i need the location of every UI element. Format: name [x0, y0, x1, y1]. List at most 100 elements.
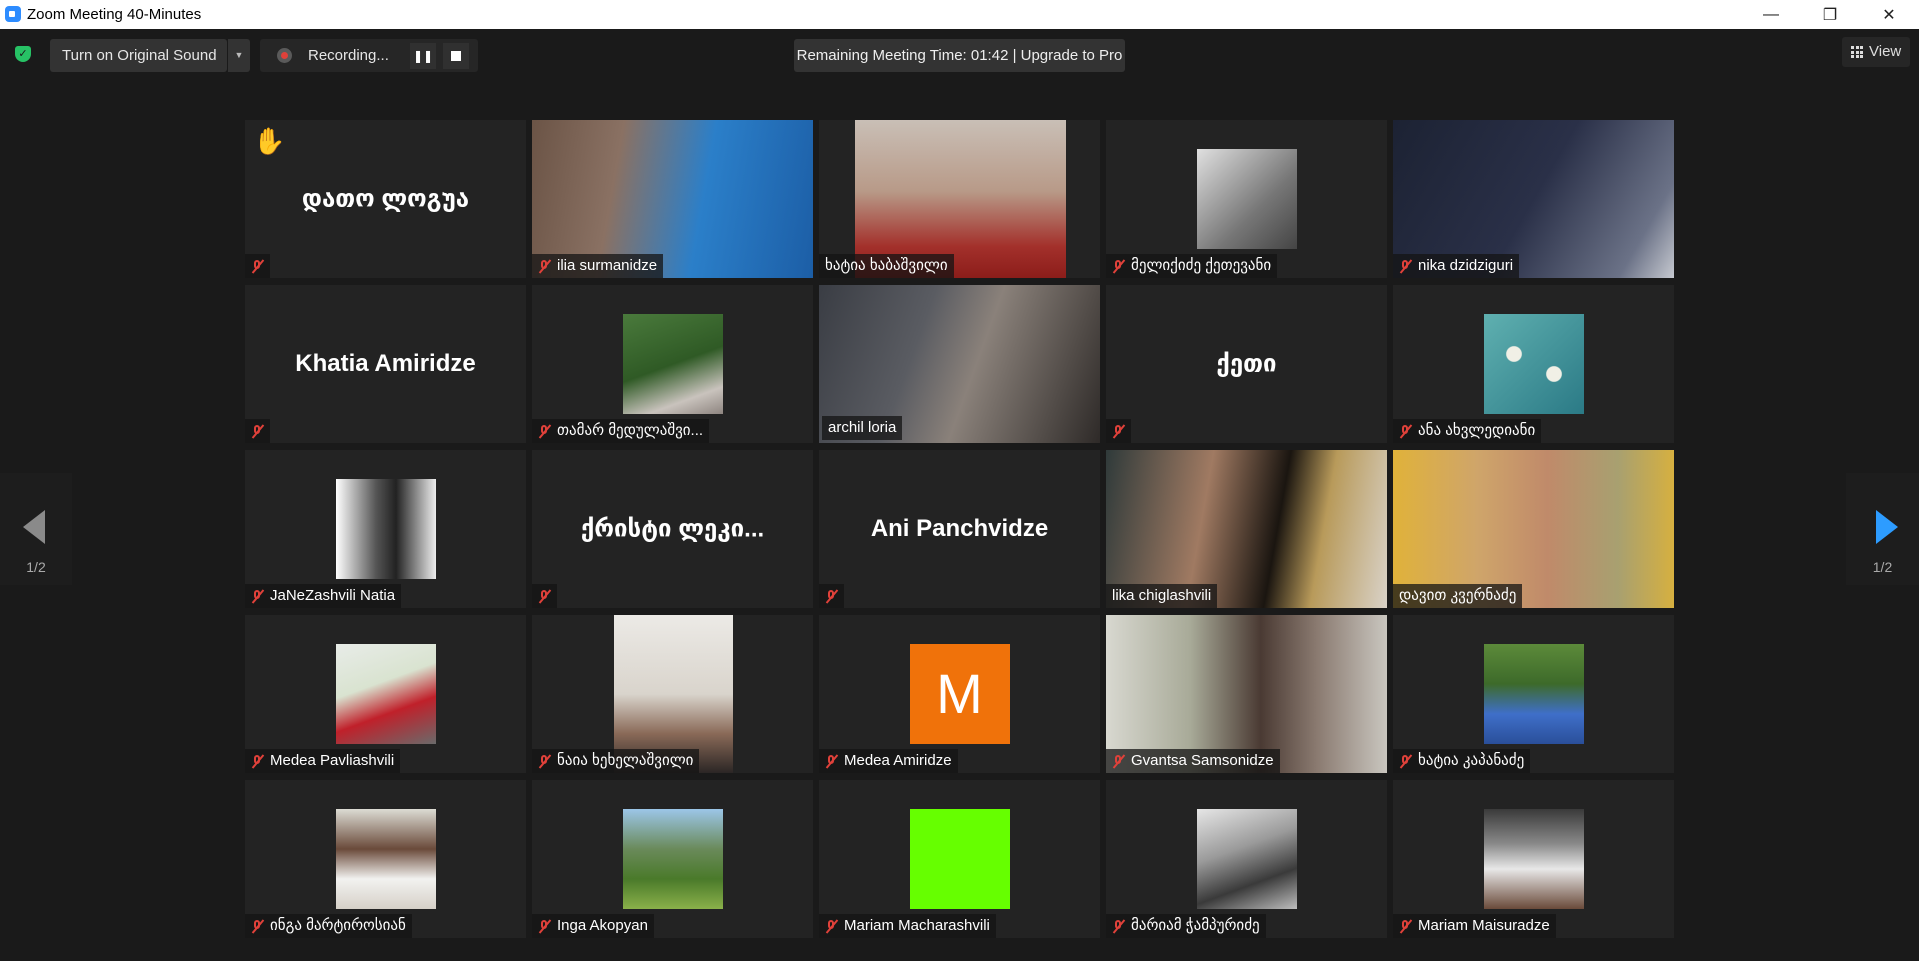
participant-tile[interactable]: Inga Akopyan	[532, 780, 813, 938]
participant-name: Gvantsa Samsonidze	[1131, 752, 1274, 769]
participant-tile[interactable]: Gvantsa Samsonidze	[1106, 615, 1387, 773]
arrow-left-icon	[23, 510, 45, 544]
participant-tile[interactable]: Mariam Maisuradze	[1393, 780, 1674, 938]
participant-display-name: ქეთი	[1216, 350, 1277, 378]
pause-recording-button[interactable]: ❚❚	[410, 43, 436, 69]
participant-name-tag: Medea Amiridze	[819, 749, 958, 773]
muted-mic-icon	[1112, 424, 1125, 439]
participant-name-tag: მარიამ ჭამპურიძე	[1106, 914, 1266, 938]
participant-name-tag: Medea Pavliashvili	[245, 749, 401, 773]
participant-name: nika dzidziguri	[1418, 257, 1514, 274]
participant-tile[interactable]: დავით კვერნაძე	[1393, 450, 1674, 608]
participant-tile[interactable]: ხატია ხაბაშვილი	[819, 120, 1100, 278]
participant-tile[interactable]: M Medea Amiridze	[819, 615, 1100, 773]
muted-mic-icon	[1112, 259, 1125, 274]
muted-mic-icon	[1399, 919, 1412, 934]
chevron-down-icon[interactable]: ▼	[228, 39, 250, 72]
participant-tile[interactable]: ანა ახვლედიანი	[1393, 285, 1674, 443]
participant-tile[interactable]: მელიქიძე ქეთევანი	[1106, 120, 1387, 278]
participant-photo	[335, 479, 436, 579]
security-shield-icon[interactable]: ✓	[15, 46, 31, 62]
participant-photo	[335, 644, 436, 744]
participant-tile[interactable]: ilia surmanidze	[532, 120, 813, 278]
participant-photo	[1483, 809, 1584, 909]
participant-tile[interactable]: ნაია ხეხელაშვილი	[532, 615, 813, 773]
participant-tile[interactable]: ხატია კაპანაძე	[1393, 615, 1674, 773]
participant-name-tag	[245, 254, 270, 278]
muted-mic-icon	[825, 589, 838, 604]
muted-mic-icon	[251, 589, 264, 604]
participant-name-tag: Inga Akopyan	[532, 914, 654, 938]
muted-mic-icon	[825, 919, 838, 934]
participant-tile[interactable]: Medea Pavliashvili	[245, 615, 526, 773]
participant-name: ხატია კაპანაძე	[1418, 752, 1525, 769]
participant-tile[interactable]: ქრისტი ლეკი...	[532, 450, 813, 608]
participant-tile[interactable]: nika dzidziguri	[1393, 120, 1674, 278]
zoom-app-icon	[5, 6, 21, 22]
participant-photo	[1196, 809, 1297, 909]
participant-display-name: Ani Panchvidze	[870, 515, 1049, 542]
participant-name: Mariam Maisuradze	[1418, 917, 1550, 934]
muted-mic-icon	[251, 424, 264, 439]
muted-mic-icon	[538, 589, 551, 604]
next-page-button[interactable]: 1/2	[1846, 473, 1919, 585]
participant-photo	[622, 809, 723, 909]
participant-display-name: Khatia Amiridze	[295, 350, 476, 377]
participant-name-tag: lika chiglashvili	[1106, 584, 1218, 608]
participant-tile[interactable]: თამარ მედულაშვი...	[532, 285, 813, 443]
participant-name: ანა ახვლედიანი	[1418, 422, 1536, 439]
close-button[interactable]: ✕	[1866, 0, 1912, 29]
participant-name: Inga Akopyan	[557, 917, 648, 934]
participant-name: მელიქიძე ქეთევანი	[1131, 257, 1272, 274]
minimize-button[interactable]: —	[1748, 0, 1794, 29]
muted-mic-icon	[251, 919, 264, 934]
participant-name-tag: archil loria	[822, 416, 903, 440]
participant-name-tag: JaNeZashvili Natia	[245, 584, 402, 608]
participant-name-tag	[245, 419, 270, 443]
recording-indicator: Recording... ❚❚	[260, 39, 478, 72]
grid-view-icon	[1851, 46, 1863, 58]
participant-tile[interactable]: JaNeZashvili Natia	[245, 450, 526, 608]
muted-mic-icon	[538, 259, 551, 274]
participant-name: Medea Amiridze	[844, 752, 952, 769]
stop-recording-button[interactable]	[443, 43, 469, 69]
participant-name-tag: თამარ მედულაშვი...	[532, 419, 710, 443]
muted-mic-icon	[1112, 754, 1125, 769]
view-label: View	[1869, 43, 1902, 60]
window-title: Zoom Meeting 40-Minutes	[27, 6, 202, 23]
previous-page-button[interactable]: 1/2	[0, 473, 72, 585]
participant-name-tag: Mariam Macharashvili	[819, 914, 996, 938]
participant-tile[interactable]: lika chiglashvili	[1106, 450, 1387, 608]
remaining-time-banner[interactable]: Remaining Meeting Time: 01:42 | Upgrade …	[794, 39, 1125, 72]
muted-mic-icon	[251, 259, 264, 274]
participant-tile[interactable]: ✋ დათო ლოგუა	[245, 120, 526, 278]
participant-name: მარიამ ჭამპურიძე	[1131, 917, 1260, 934]
muted-mic-icon	[538, 919, 551, 934]
participant-name-tag: Gvantsa Samsonidze	[1106, 749, 1280, 773]
participant-name: archil loria	[828, 419, 897, 436]
view-button[interactable]: View	[1842, 37, 1910, 67]
participant-tile[interactable]: Mariam Macharashvili	[819, 780, 1100, 938]
restore-button[interactable]: ❐	[1807, 0, 1853, 29]
original-sound-button[interactable]: Turn on Original Sound	[50, 39, 227, 72]
muted-mic-icon	[1399, 754, 1412, 769]
participant-display-name: ქრისტი ლეკი...	[580, 515, 765, 543]
participant-tile[interactable]: მარიამ ჭამპურიძე	[1106, 780, 1387, 938]
participant-name-tag: ინგა მარტიროსიან	[245, 914, 412, 938]
participant-name: Mariam Macharashvili	[844, 917, 990, 934]
participant-name: დავით კვერნაძე	[1399, 587, 1517, 604]
muted-mic-icon	[1399, 424, 1412, 439]
window-title-bar: Zoom Meeting 40-Minutes — ❐ ✕	[0, 0, 1919, 29]
muted-mic-icon	[1399, 259, 1412, 274]
participant-tile[interactable]: ინგა მარტიროსიან	[245, 780, 526, 938]
muted-mic-icon	[825, 754, 838, 769]
participant-tile-active-speaker[interactable]: archil loria	[819, 285, 1100, 443]
participant-tile[interactable]: Khatia Amiridze	[245, 285, 526, 443]
muted-mic-icon	[251, 754, 264, 769]
participant-tile[interactable]: Ani Panchvidze	[819, 450, 1100, 608]
participant-name: Medea Pavliashvili	[270, 752, 395, 769]
participant-name-tag: ნაია ხეხელაშვილი	[532, 749, 700, 773]
participant-name-tag: ilia surmanidze	[532, 254, 664, 278]
participant-tile[interactable]: ქეთი	[1106, 285, 1387, 443]
recording-dot-icon	[277, 48, 292, 63]
